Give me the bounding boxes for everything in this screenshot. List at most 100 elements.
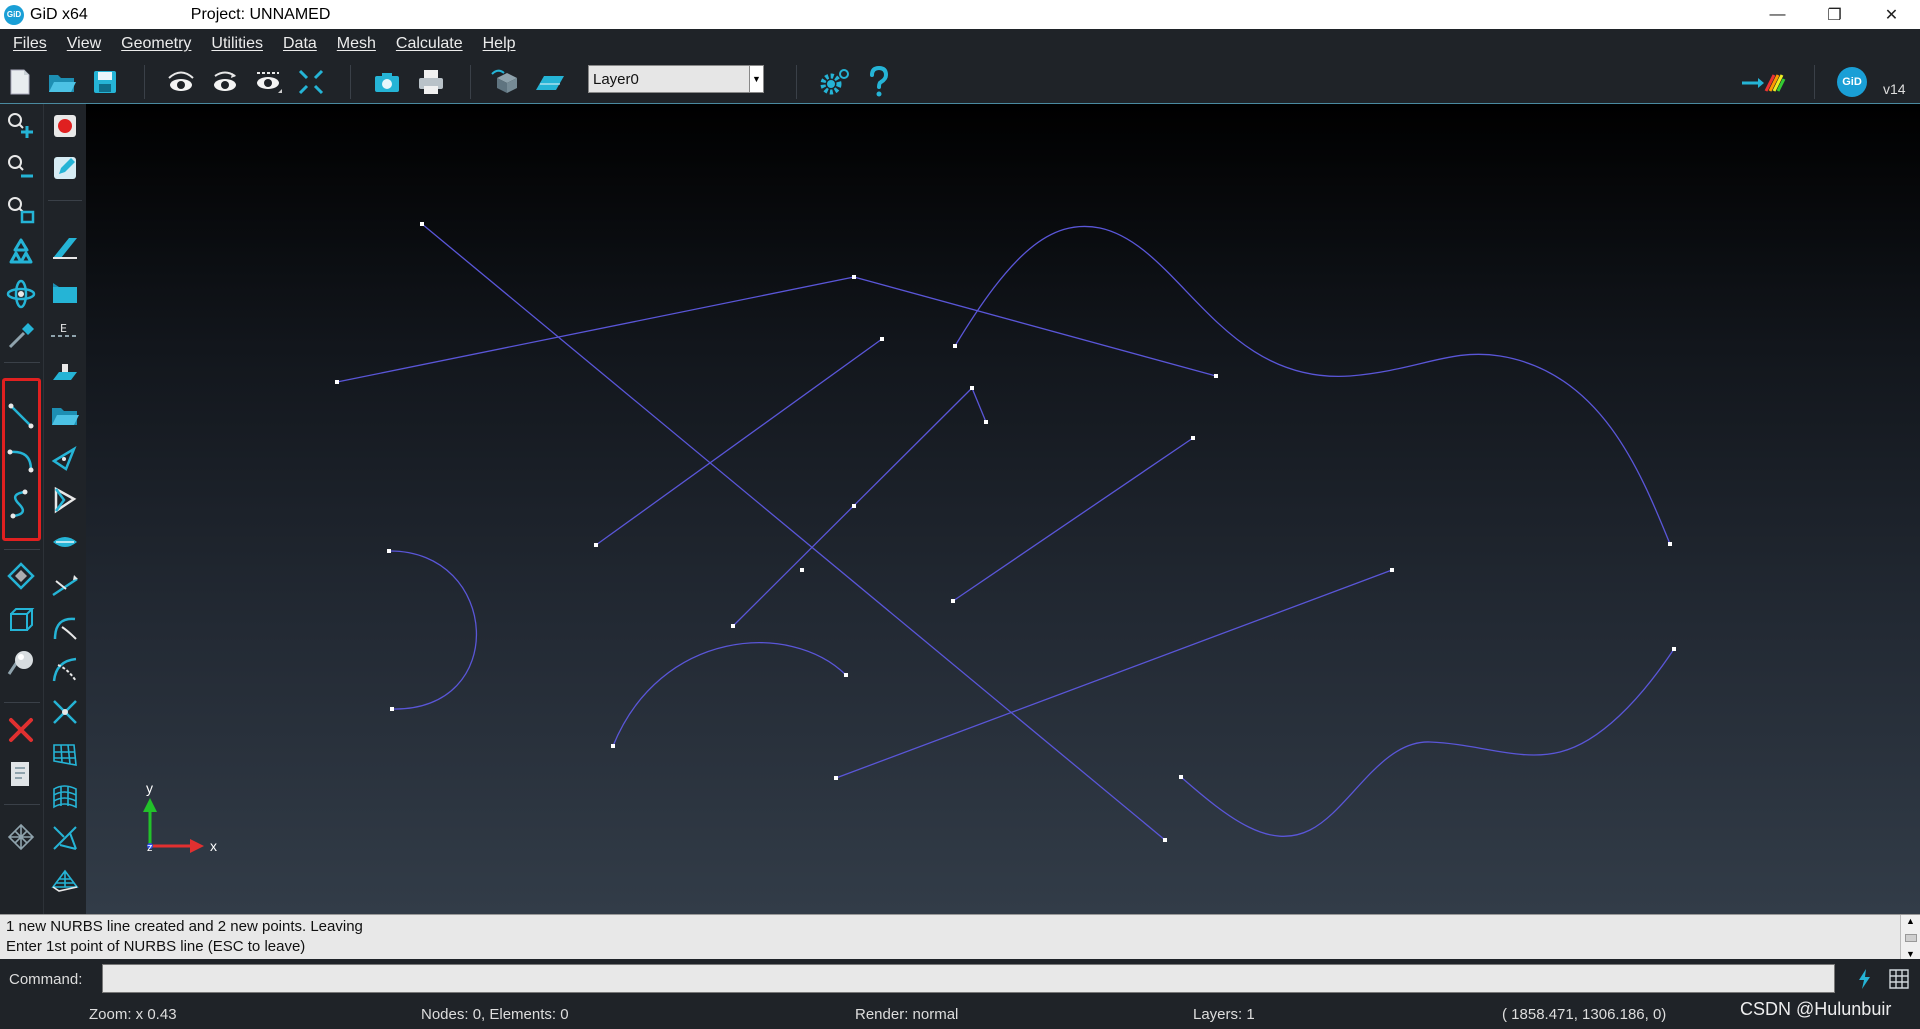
arrow-rainbow-icon[interactable]: [1740, 65, 1786, 99]
geometry-arc: [612, 642, 847, 747]
mesh-tool-a-icon[interactable]: [45, 818, 85, 858]
curve-tool-a-icon[interactable]: [45, 608, 85, 648]
view-rotate-icon[interactable]: [164, 65, 198, 99]
zoom-window-icon[interactable]: [1, 190, 41, 230]
status-bar: Zoom: x 0.43 Nodes: 0, Elements: 0 Rende…: [0, 999, 1920, 1029]
mesh-icon[interactable]: [1, 817, 41, 857]
menu-mesh[interactable]: Mesh: [327, 35, 386, 53]
scroll-down-icon[interactable]: ▼: [1906, 949, 1915, 959]
zoom-in-icon[interactable]: [1, 106, 41, 146]
eraser-icon[interactable]: [45, 228, 85, 268]
status-render[interactable]: Render: normal: [855, 1006, 958, 1023]
gid-logo-icon[interactable]: GiD: [1835, 65, 1869, 99]
view-rotate-alt-icon[interactable]: [208, 65, 242, 99]
list-info-icon[interactable]: [1, 754, 41, 794]
watermark: CSDN @Hulunbuir: [1740, 999, 1892, 1019]
axis-y-label: y: [146, 780, 153, 796]
layer-load-icon[interactable]: [45, 354, 85, 394]
lightning-icon[interactable]: [1852, 966, 1876, 992]
close-button[interactable]: ✕: [1863, 0, 1920, 29]
geometry-point: [387, 549, 391, 553]
grid-surface-a-icon[interactable]: [45, 734, 85, 774]
create-surface-icon[interactable]: [1, 556, 41, 596]
graphics-viewport[interactable]: y x z: [86, 104, 1920, 914]
message-line-1: 1 new NURBS line created and 2 new point…: [6, 918, 363, 935]
status-zoom: Zoom: x 0.43: [89, 1006, 177, 1023]
geometry-point: [594, 543, 598, 547]
edit-e-icon[interactable]: E: [45, 312, 85, 352]
menu-utilities[interactable]: Utilities: [201, 35, 273, 53]
geometry-tool-a-icon[interactable]: [45, 438, 85, 478]
main-toolbar: Layer0 ▼ GiD v14: [0, 59, 1920, 104]
rotate-center-icon[interactable]: [1, 274, 41, 314]
delete-icon[interactable]: [1, 710, 41, 750]
status-layers: Layers: 1: [1193, 1006, 1255, 1023]
message-scrollbar[interactable]: ▲ ▼: [1900, 915, 1920, 960]
zoom-frame-icon[interactable]: [294, 65, 328, 99]
settings-gear-icon[interactable]: [818, 65, 852, 99]
menu-data[interactable]: Data: [273, 35, 327, 53]
print-icon[interactable]: [414, 65, 448, 99]
status-nodes-elements: Nodes: 0, Elements: 0: [421, 1006, 569, 1023]
geometry-point: [1672, 647, 1676, 651]
layers-cube-icon[interactable]: [490, 65, 524, 99]
axes-gizmo: y x z: [143, 780, 217, 854]
geometry-canvas[interactable]: y x z: [86, 104, 1920, 914]
geometry-line: [835, 569, 1393, 779]
layer-select[interactable]: Layer0 ▼: [588, 65, 764, 93]
message-line-2: Enter 1st point of NURBS line (ESC to le…: [6, 938, 306, 955]
menu-help[interactable]: Help: [473, 35, 526, 53]
geometry-point: [335, 380, 339, 384]
project-title: Project: UNNAMED: [190, 5, 331, 23]
pick-icon[interactable]: [1, 316, 41, 356]
chevron-down-icon[interactable]: ▼: [749, 66, 763, 92]
geometry-tool-b-icon[interactable]: [45, 480, 85, 520]
curve-tool-b-icon[interactable]: [45, 650, 85, 690]
menu-view[interactable]: View: [57, 35, 111, 53]
geometry-line: [336, 276, 855, 383]
grid-icon[interactable]: [1886, 966, 1912, 992]
command-input[interactable]: [102, 964, 1835, 993]
geometry-line: [971, 387, 987, 423]
scroll-up-icon[interactable]: ▲: [1906, 916, 1915, 926]
title-bar: GiD GiD x64 Project: UNNAMED — ❐ ✕: [0, 0, 1920, 29]
app-logo-icon: GiD: [4, 4, 24, 25]
zoom-out-icon[interactable]: [1, 148, 41, 188]
menu-geometry[interactable]: Geometry: [111, 35, 201, 53]
left-toolbar: E: [0, 104, 86, 914]
restore-button[interactable]: ❐: [1806, 0, 1863, 29]
record-icon[interactable]: [45, 106, 85, 146]
scroll-thumb[interactable]: [1904, 933, 1917, 942]
render-sphere-icon[interactable]: [1, 644, 41, 684]
view-options-icon[interactable]: [251, 65, 285, 99]
geometry-point: [1214, 374, 1218, 378]
redraw-icon[interactable]: [1, 232, 41, 272]
menu-files[interactable]: Files: [3, 35, 57, 53]
intersect-icon[interactable]: [45, 692, 85, 732]
create-volume-icon[interactable]: [1, 600, 41, 640]
geometry-line: [952, 437, 1194, 602]
grid-surface-b-icon[interactable]: [45, 776, 85, 816]
minimize-button[interactable]: —: [1749, 0, 1806, 29]
geometry-point: [1163, 838, 1167, 842]
line-tool-a-icon[interactable]: [45, 566, 85, 606]
layer-plane-icon[interactable]: [533, 65, 567, 99]
open-folder-icon[interactable]: [45, 65, 79, 99]
geometry-line: [595, 338, 883, 546]
geometry-line: [853, 276, 1217, 377]
help-question-icon[interactable]: [862, 65, 896, 99]
save-icon[interactable]: [88, 65, 122, 99]
camera-icon[interactable]: [370, 65, 404, 99]
folder-open-icon[interactable]: [45, 396, 85, 436]
geometry-point: [880, 337, 884, 341]
folder-icon[interactable]: [45, 272, 85, 312]
command-label: Command:: [9, 971, 83, 988]
edit-icon[interactable]: [45, 148, 85, 188]
mesh-tool-b-icon[interactable]: [45, 860, 85, 900]
menu-calculate[interactable]: Calculate: [386, 35, 473, 53]
geometry-point: [731, 624, 735, 628]
window-controls: — ❐ ✕: [1749, 0, 1920, 29]
new-file-icon[interactable]: [3, 65, 37, 99]
surface-tool-icon[interactable]: [45, 522, 85, 562]
geometry-point: [420, 222, 424, 226]
